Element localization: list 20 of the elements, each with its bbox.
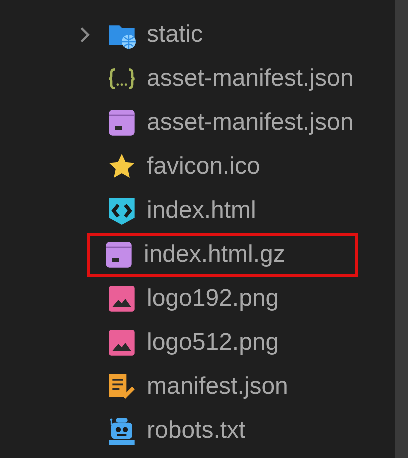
file-name[interactable]: index.html.gz	[144, 241, 286, 269]
archive-icon	[105, 241, 133, 269]
file-name[interactable]: logo512.png	[147, 329, 280, 357]
folder-name[interactable]: static	[147, 21, 204, 49]
archive-icon	[108, 109, 136, 137]
file-name[interactable]: favicon.ico	[147, 153, 260, 181]
file-name[interactable]: asset-manifest.json	[147, 65, 354, 93]
image-icon	[108, 329, 136, 357]
file-name[interactable]: index.html	[147, 197, 256, 225]
file-name[interactable]: manifest.json	[147, 373, 288, 401]
star-icon	[108, 153, 136, 181]
scrollbar[interactable]	[395, 0, 408, 458]
file-name[interactable]: asset-manifest.json	[147, 109, 354, 137]
file-name[interactable]: logo192.png	[147, 285, 280, 313]
chevron-right-icon[interactable]	[79, 26, 91, 44]
image-icon	[108, 285, 136, 313]
checklist-icon	[108, 373, 136, 401]
robot-icon	[108, 417, 136, 445]
file-name[interactable]: robots.txt	[147, 417, 246, 445]
code-icon	[108, 197, 136, 225]
